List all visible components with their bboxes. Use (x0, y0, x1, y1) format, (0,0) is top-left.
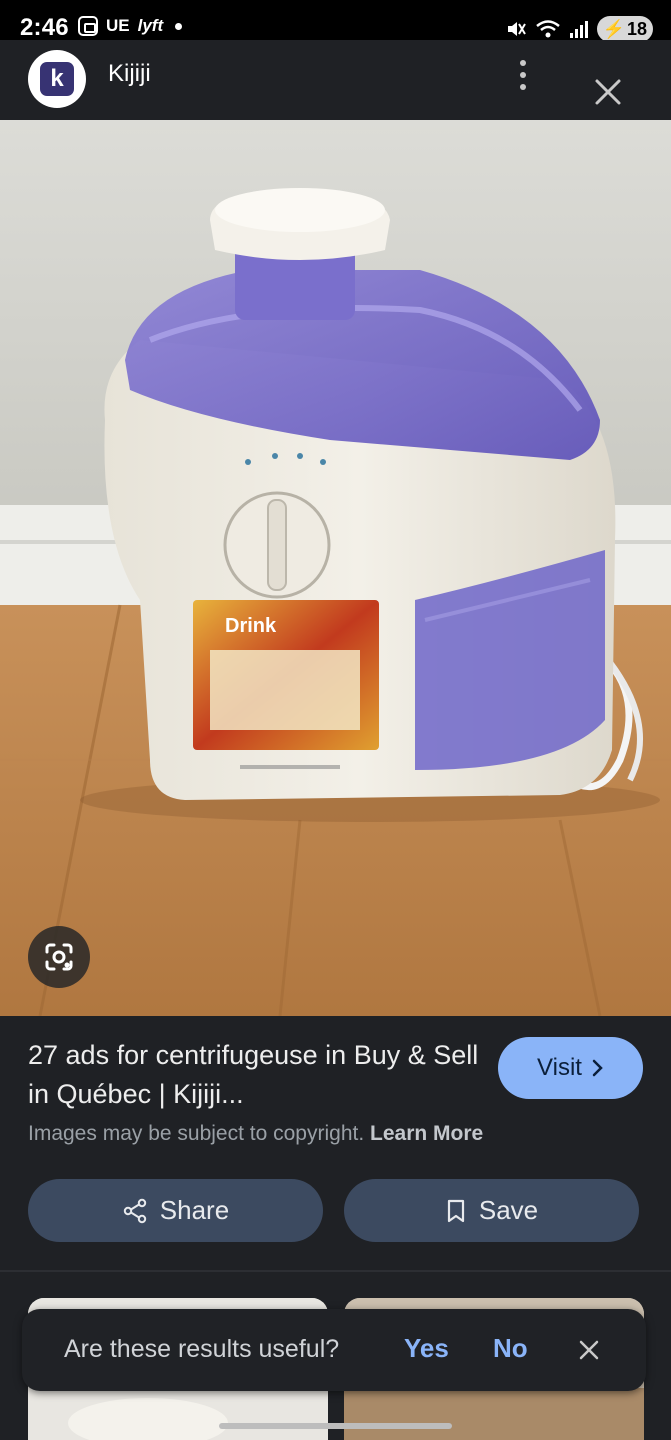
label-text: Drink (225, 615, 277, 637)
result-image[interactable]: Drink (0, 120, 671, 1016)
signal-icon (569, 21, 588, 38)
result-title[interactable]: 27 ads for centrifugeuse in Buy & Sell i… (28, 1036, 488, 1114)
save-label: Save (478, 1195, 539, 1225)
feedback-snackbar: Are these results useful? Yes No (22, 1309, 646, 1391)
learn-more-link[interactable]: Learn More (370, 1122, 483, 1145)
share-icon (123, 1198, 146, 1223)
battery-bolt-icon: ⚡ (602, 18, 625, 39)
visit-label: Visit (537, 1054, 582, 1081)
more-options-icon[interactable] (510, 58, 536, 92)
feedback-yes-button[interactable]: Yes (404, 1333, 449, 1364)
status-left-icons: UE lyft (78, 16, 183, 36)
feedback-no-button[interactable]: No (493, 1333, 528, 1364)
save-button[interactable]: Save (344, 1179, 639, 1242)
section-divider (0, 1270, 671, 1272)
kijiji-logo-icon: k (40, 62, 74, 96)
chevron-right-icon (592, 1059, 603, 1077)
copyright-text: Images may be subject to copyright. (28, 1122, 365, 1145)
dismiss-icon[interactable] (578, 1339, 600, 1361)
bookmark-icon (447, 1199, 464, 1222)
copyright-notice: Images may be subject to copyright. Lear… (28, 1122, 483, 1146)
site-avatar[interactable]: k (28, 50, 86, 108)
share-button[interactable]: Share (28, 1179, 323, 1242)
site-name[interactable]: Kijiji (108, 60, 151, 88)
app-header: k Kijiji (0, 40, 671, 120)
battery-indicator: ⚡ 18 (596, 16, 653, 42)
status-time: 2:46 (20, 14, 69, 41)
battery-level: 18 (626, 18, 647, 39)
notification-dot-icon (175, 22, 183, 30)
wifi-icon (535, 20, 560, 38)
status-left-text: UE (106, 16, 130, 35)
feedback-question: Are these results useful? (64, 1335, 340, 1363)
status-right-icons: ⚡ 18 (505, 16, 653, 42)
lens-button[interactable] (28, 926, 90, 988)
share-label: Share (159, 1195, 230, 1225)
lyft-icon: lyft (137, 16, 164, 35)
home-indicator[interactable] (219, 1423, 452, 1429)
lens-icon (45, 943, 73, 971)
screen: 2:46 UE lyft ⚡ 18 k Kijiji Drink 27 ads … (0, 0, 671, 1440)
mute-icon (507, 22, 526, 36)
visit-button[interactable]: Visit (498, 1037, 643, 1099)
juicer-photo: Drink (0, 120, 671, 1016)
close-icon[interactable] (592, 76, 624, 108)
screenshot-icon (78, 16, 98, 36)
